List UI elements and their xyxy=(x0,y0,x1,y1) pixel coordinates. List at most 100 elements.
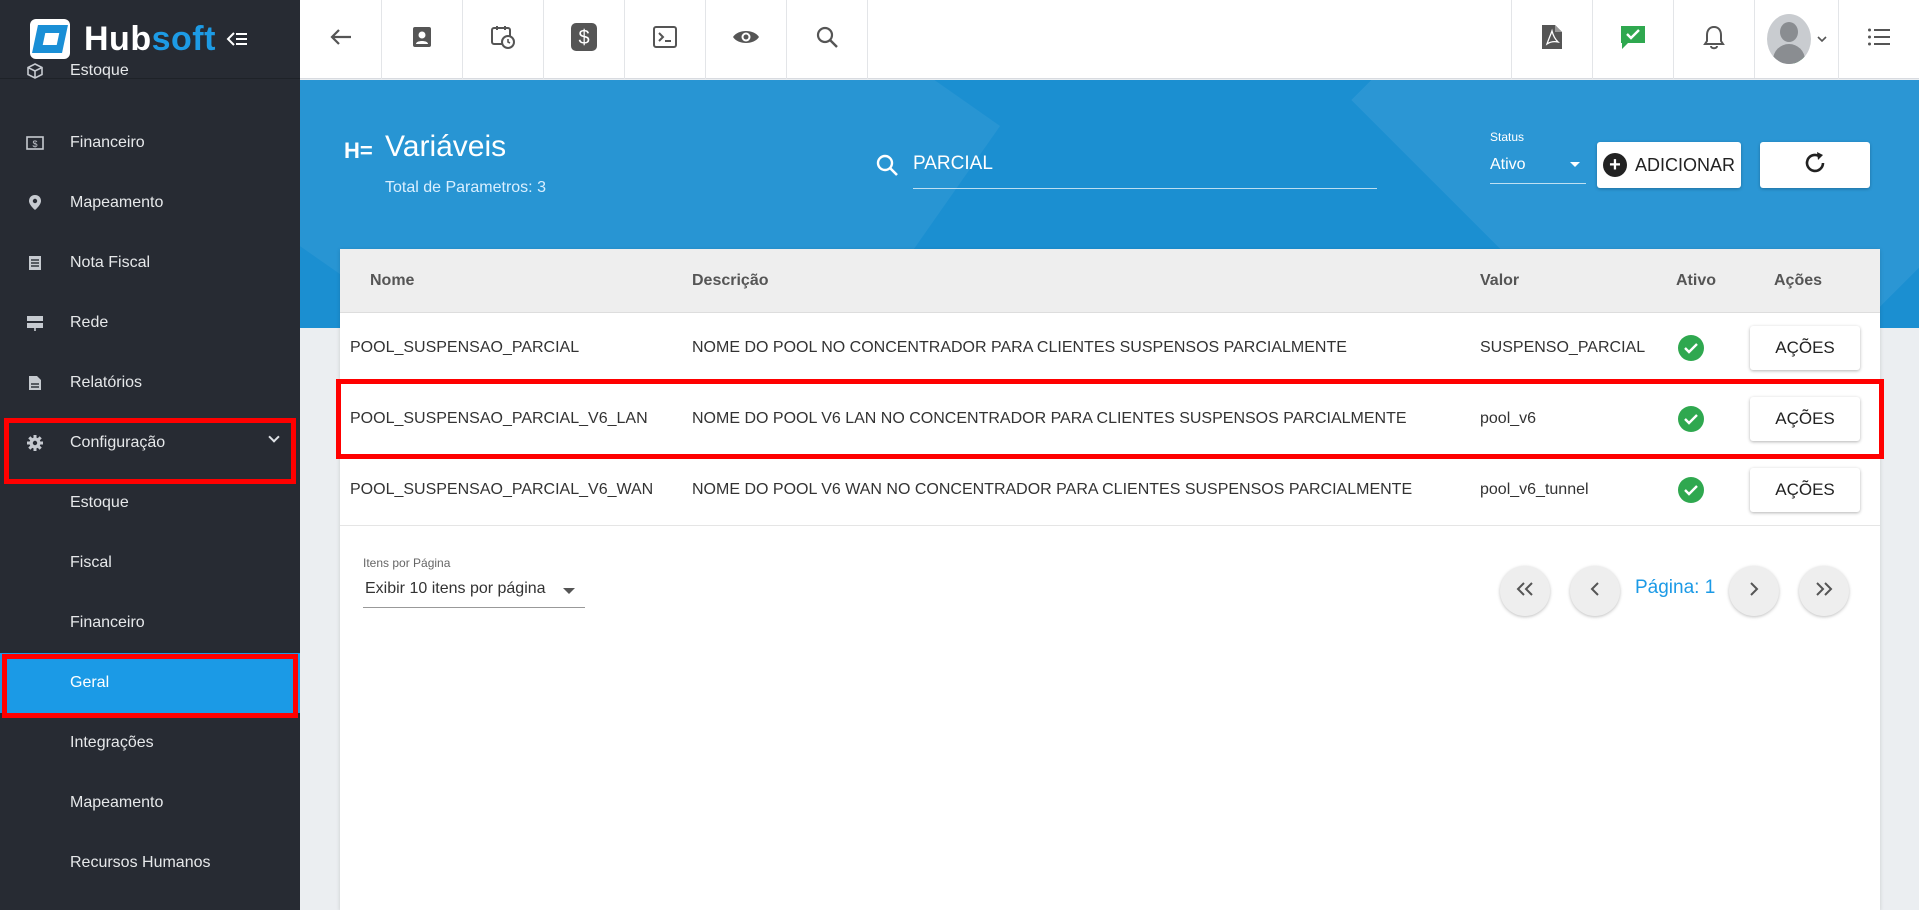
check-circle-icon xyxy=(1678,477,1704,503)
cell-acoes: AÇÕES xyxy=(1750,397,1880,441)
sidebar-subitem-label: Estoque xyxy=(70,494,129,511)
document-icon xyxy=(0,255,70,271)
sidebar: Hubsoft Estoque $ Financeiro Mapeamento xyxy=(0,0,300,910)
schedule-button[interactable] xyxy=(463,0,544,79)
cell-nome: POOL_SUSPENSAO_PARCIAL_V6_LAN xyxy=(350,410,648,427)
sidebar-subitem-geral[interactable]: Geral xyxy=(0,653,300,713)
column-header-valor[interactable]: Valor xyxy=(1480,272,1676,290)
cell-acoes: AÇÕES xyxy=(1750,468,1880,512)
sidebar-subitem-estoque[interactable]: Estoque xyxy=(0,473,300,533)
sidebar-subitem-label: Integrações xyxy=(70,734,154,751)
back-arrow-icon xyxy=(329,28,352,51)
chevron-down-icon xyxy=(268,431,280,443)
svg-text:$: $ xyxy=(578,27,589,49)
column-header-ativo[interactable]: Ativo xyxy=(1676,272,1774,290)
actions-button[interactable]: AÇÕES xyxy=(1750,326,1860,370)
sidebar-item-rede[interactable]: Rede xyxy=(0,293,300,353)
sidebar-item-label: Relatórios xyxy=(70,374,143,391)
table-row[interactable]: POOL_SUSPENSAO_PARCIAL_V6_WAN NOME DO PO… xyxy=(340,455,1880,526)
status-label: Status xyxy=(1490,130,1525,144)
menu-list-button[interactable] xyxy=(1838,0,1919,79)
hubsoft-logo-icon[interactable] xyxy=(30,19,70,59)
search-input[interactable] xyxy=(913,145,1377,189)
refresh-button[interactable] xyxy=(1760,142,1870,188)
search-icon xyxy=(816,26,838,53)
last-page-button[interactable] xyxy=(1799,566,1849,616)
column-header-nome[interactable]: Nome xyxy=(340,272,692,290)
online-status-icon xyxy=(1791,54,1806,64)
actions-button[interactable]: AÇÕES xyxy=(1750,468,1860,512)
column-header-acoes: Ações xyxy=(1774,271,1823,289)
sidebar-item-estoque[interactable]: Estoque xyxy=(0,62,300,89)
back-button[interactable] xyxy=(300,0,382,79)
chevron-left-icon xyxy=(1590,581,1600,601)
view-button[interactable] xyxy=(706,0,787,79)
notifications-button[interactable] xyxy=(1673,0,1754,79)
sidebar-subitem-label: Financeiro xyxy=(70,614,145,631)
chat-check-icon xyxy=(1619,24,1647,55)
first-page-button[interactable] xyxy=(1500,566,1550,616)
search-icon xyxy=(875,153,899,182)
cell-valor: SUSPENSO_PARCIAL xyxy=(1480,339,1646,356)
map-pin-icon xyxy=(0,194,70,212)
sidebar-subitem-recursos-humanos[interactable]: Recursos Humanos xyxy=(0,833,300,893)
sidebar-subitem-mapeamento[interactable]: Mapeamento xyxy=(0,773,300,833)
sidebar-item-relatorios[interactable]: Relatórios xyxy=(0,353,300,413)
list-icon xyxy=(1867,27,1891,52)
pdf-button[interactable] xyxy=(1511,0,1592,79)
user-menu[interactable] xyxy=(1754,0,1838,78)
per-page-select[interactable]: Exibir 10 itens por página xyxy=(363,574,585,608)
current-page-label: Página: 1 xyxy=(1635,577,1716,598)
variables-icon: H= xyxy=(344,138,373,163)
search-box xyxy=(875,145,1377,189)
sidebar-subitem-fiscal[interactable]: Fiscal xyxy=(0,533,300,593)
sidebar-item-configuracao[interactable]: Configuração xyxy=(0,413,300,473)
cell-descricao: NOME DO POOL V6 WAN NO CONCENTRADOR PARA… xyxy=(692,481,1413,498)
search-button[interactable] xyxy=(787,0,868,79)
table-row[interactable]: POOL_SUSPENSAO_PARCIAL_V6_LAN NOME DO PO… xyxy=(340,384,1880,455)
sidebar-item-label: Estoque xyxy=(70,62,129,79)
avatar xyxy=(1766,14,1811,64)
add-button[interactable]: + ADICIONAR xyxy=(1597,142,1741,188)
status-select-value: Ativo xyxy=(1490,156,1526,173)
brand-name[interactable]: Hubsoft xyxy=(84,20,216,59)
gear-icon xyxy=(0,434,70,452)
sidebar-subitem-label: Recursos Humanos xyxy=(70,854,211,871)
cell-valor: pool_v6_tunnel xyxy=(1480,481,1589,498)
terminal-button[interactable] xyxy=(625,0,706,79)
sidebar-subitem-label: Fiscal xyxy=(70,554,112,571)
table-row[interactable]: POOL_SUSPENSAO_PARCIAL NOME DO POOL NO C… xyxy=(340,313,1880,384)
server-icon xyxy=(0,315,70,331)
report-icon xyxy=(0,375,70,391)
messages-button[interactable] xyxy=(1592,0,1673,79)
sidebar-item-mapeamento[interactable]: Mapeamento xyxy=(0,173,300,233)
previous-page-button[interactable] xyxy=(1570,566,1620,616)
cell-descricao: NOME DO POOL NO CONCENTRADOR PARA CLIENT… xyxy=(692,339,1347,356)
caret-down-icon xyxy=(563,588,575,594)
sidebar-item-label: Financeiro xyxy=(70,134,145,151)
cell-valor: pool_v6 xyxy=(1480,410,1537,427)
variables-card: Nome Descrição Valor Ativo Ações POOL_SU… xyxy=(340,249,1880,910)
actions-button[interactable]: AÇÕES xyxy=(1750,397,1860,441)
sidebar-item-nota-fiscal[interactable]: Nota Fiscal xyxy=(0,233,300,293)
refresh-icon xyxy=(1803,151,1827,180)
next-page-button[interactable] xyxy=(1729,566,1779,616)
dollar-icon: $ xyxy=(570,22,598,57)
chevron-down-icon xyxy=(1816,30,1827,48)
sidebar-item-financeiro[interactable]: $ Financeiro xyxy=(0,113,300,173)
sidebar-item-label: Mapeamento xyxy=(70,194,164,211)
status-select[interactable]: Ativo xyxy=(1490,150,1586,184)
caret-down-icon xyxy=(1570,162,1580,167)
page-title: Variáveis xyxy=(385,130,507,163)
collapse-menu-icon[interactable] xyxy=(226,26,248,52)
eye-icon xyxy=(732,28,760,51)
finance-button[interactable]: $ xyxy=(544,0,625,79)
sidebar-subitem-financeiro[interactable]: Financeiro xyxy=(0,593,300,653)
add-button-label: ADICIONAR xyxy=(1634,154,1735,175)
clients-button[interactable] xyxy=(382,0,463,79)
check-circle-icon xyxy=(1678,335,1704,361)
sidebar-subitem-label: Geral xyxy=(70,674,110,691)
sidebar-subitem-integracoes[interactable]: Integrações xyxy=(0,713,300,773)
column-header-descricao[interactable]: Descrição xyxy=(692,272,1480,290)
